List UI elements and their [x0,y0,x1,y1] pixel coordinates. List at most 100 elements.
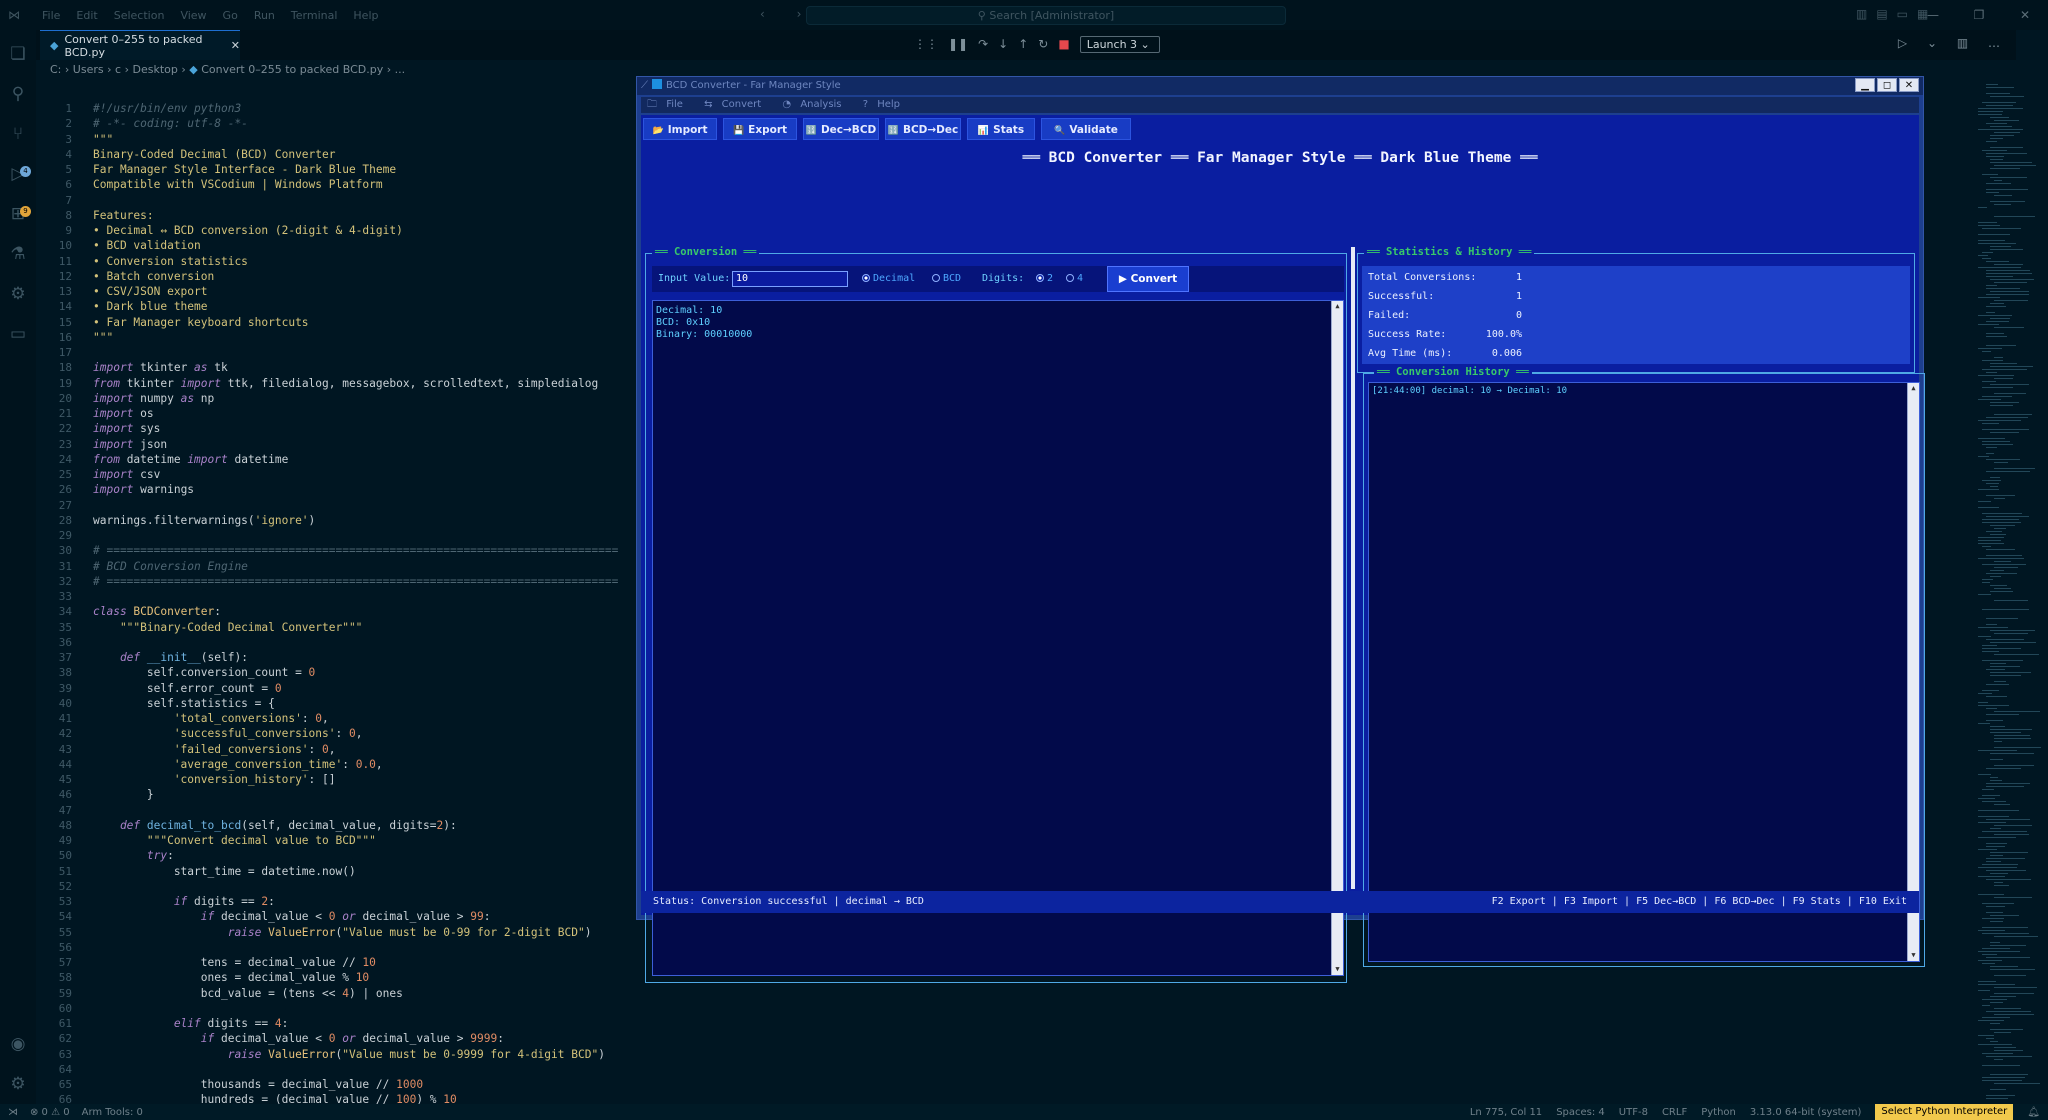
menu-edit[interactable]: Edit [68,9,105,22]
bcd-menu-file[interactable]: 🗀︎ File [647,99,689,110]
command-center-search[interactable]: ⚲ Search [Administrator] [806,6,1286,25]
convert-button[interactable]: ▶ Convert [1107,266,1189,292]
minimap-line [1978,507,1999,508]
scroll-up-icon[interactable]: ▲ [1908,383,1919,394]
code-token: digits == [200,1017,275,1030]
drag-handle-icon[interactable]: ⋮⋮ [914,37,938,51]
settings-gear-icon[interactable]: ⚙ [8,1074,28,1094]
restart-icon[interactable]: ↻ [1038,37,1048,51]
notifications-bell-icon[interactable]: 🔔︎ [2027,1107,2040,1118]
menu-file[interactable]: File [34,9,68,22]
minimap-line [1990,159,2003,160]
bcd-menu-convert[interactable]: ⇆ Convert [704,99,767,110]
menu-go[interactable]: Go [215,9,246,22]
code-token: : [167,849,174,862]
bcd-menu-analysis[interactable]: ◔ Analysis [782,99,847,110]
toolbar-bcd-to-dec-button[interactable]: 🔢 BCD→Dec [885,118,961,140]
code-line: def decimal_to_bcd(self, decimal_value, … [93,819,457,832]
radio-digits-4[interactable]: 4 [1066,273,1083,284]
line-number: 58 [58,971,72,984]
bcd-close-icon[interactable]: ✕ [1899,78,1919,92]
minimap-line [1986,189,2028,190]
bcd-minimize-icon[interactable]: ▁ [1855,78,1875,92]
minimap-line [1978,798,1995,799]
language-mode[interactable]: Python [1701,1107,1736,1118]
step-over-icon[interactable]: ↷ [978,37,988,51]
search-icon[interactable]: ⚲ [8,84,28,104]
history-entry: [21:44:00] decimal: 10 → Decimal: 10 [1372,386,1568,396]
minimap-line [1990,1089,2006,1090]
indentation[interactable]: Spaces: 4 [1556,1107,1605,1118]
scroll-down-icon[interactable]: ▼ [1908,950,1919,961]
toolbar-import-button[interactable]: 📂 Import [643,118,717,140]
toolbar-dec-to-bcd-button[interactable]: 🔢 Dec→BCD [803,118,879,140]
problems-count[interactable]: ⊗ 0 ⚠ 0 [30,1107,70,1118]
minimap-line [1994,1014,2034,1015]
minimap-line [1990,666,2020,667]
step-out-icon[interactable]: ↑ [1018,37,1028,51]
radio-decimal[interactable]: Decimal [862,273,915,284]
minimap[interactable] [1974,80,2048,1120]
minimize-icon[interactable]: — [1910,0,1956,30]
editor-actions-icons[interactable]: ▷ ⌄ ▥ … [1898,36,2008,50]
toolbar-export-button[interactable]: 💾 Export [723,118,797,140]
minimap-line [1978,207,1987,208]
menu-run[interactable]: Run [246,9,283,22]
radio-bcd[interactable]: BCD [932,273,961,284]
radio-digits-2[interactable]: 2 [1036,273,1053,284]
code-token: : [342,758,356,771]
history-list[interactable]: [21:44:00] decimal: 10 → Decimal: 10 ▲ ▼ [1368,382,1920,962]
minimap-line [1978,723,1990,724]
stat-successful-value: 1 [1515,291,1522,302]
maximize-icon[interactable]: ❐ [1956,0,2002,30]
toolbar-validate-button[interactable]: 🔍 Validate [1041,118,1131,140]
input-value-field[interactable]: 10 [732,271,848,287]
source-control-icon[interactable]: ⑂ [8,124,28,144]
step-into-icon[interactable]: ↓ [998,37,1008,51]
code-line: • Decimal ↔ BCD conversion (2-digit & 4-… [93,224,403,237]
line-number: 48 [58,819,72,832]
code-line: elif digits == 4: [93,1017,289,1030]
bcd-maximize-icon[interactable]: ◻ [1877,78,1897,92]
conversion-result-box[interactable]: Decimal: 10 BCD: 0x10 Binary: 00010000 ▲… [652,300,1344,976]
account-icon[interactable]: ◉ [8,1034,28,1054]
explorer-icon[interactable]: ❏ [8,44,28,64]
conversion-legend: ══ Conversion ══ [652,246,760,258]
minimap-line [1978,234,2010,235]
container-icon[interactable]: ▭ [8,324,28,344]
history-scrollbar[interactable]: ▲ ▼ [1907,383,1919,961]
remote-indicator-icon[interactable]: ⋊ [8,1107,18,1118]
testing-icon[interactable]: ⚗ [8,244,28,264]
menu-view[interactable]: View [172,9,214,22]
pane-splitter[interactable] [1351,247,1355,889]
scroll-up-icon[interactable]: ▲ [1332,301,1343,312]
code-line: Compatible with VSCodium | Windows Platf… [93,178,383,191]
code-token: import [93,438,134,451]
select-interpreter[interactable]: Select Python Interpreter [1875,1104,2014,1120]
pause-icon[interactable]: ❚❚ [948,37,968,51]
line-ending[interactable]: CRLF [1662,1107,1687,1118]
cursor-position[interactable]: Ln 775, Col 11 [1470,1107,1542,1118]
menu-help[interactable]: Help [345,9,386,22]
toolbar-stats-button[interactable]: 📊 Stats [967,118,1035,140]
minimap-line [1978,750,2017,751]
remote-icon[interactable]: ⚙ [8,284,28,304]
scroll-down-icon[interactable]: ▼ [1332,964,1343,975]
launch-config-select[interactable]: Launch 3 ⌄ [1079,35,1160,53]
bcd-window-titlebar[interactable]: ⟋ BCD Converter - Far Manager Style [637,77,1923,95]
code-token: decimal_value < [214,1032,329,1045]
result-scrollbar[interactable]: ▲ ▼ [1331,301,1343,975]
menu-selection[interactable]: Selection [106,9,173,22]
bcd-menu-help[interactable]: ? Help [863,99,906,110]
run-badge: 4 [20,166,31,177]
stop-icon[interactable]: ■ [1058,37,1069,51]
minimap-line [1982,360,2003,361]
editor-tab-active[interactable]: ◆ Convert 0–255 to packed BCD.py ✕ [40,30,240,60]
close-icon[interactable]: ✕ [2002,0,2048,30]
arm-tools-status[interactable]: Arm Tools: 0 [82,1107,143,1118]
menu-terminal[interactable]: Terminal [283,9,346,22]
encoding[interactable]: UTF-8 [1619,1107,1648,1118]
python-version[interactable]: 3.13.0 64-bit (system) [1750,1107,1862,1118]
minimap-line [1990,525,2015,526]
tab-close-icon[interactable]: ✕ [231,39,240,52]
